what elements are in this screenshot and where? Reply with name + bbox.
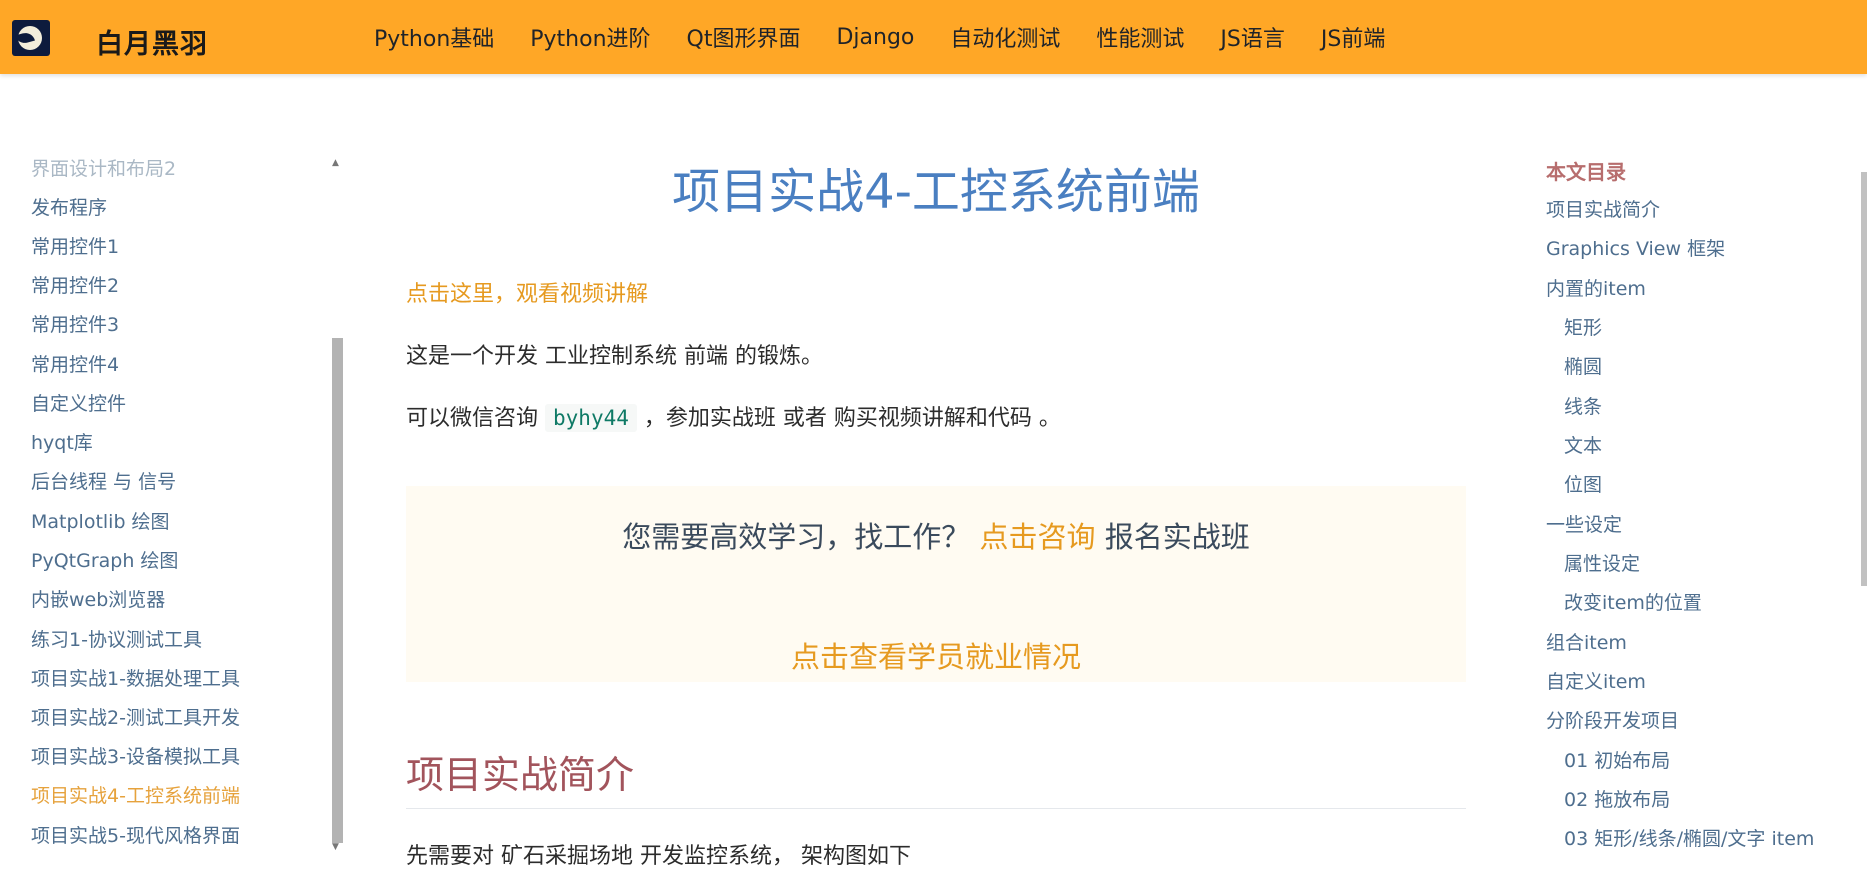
page-title: 项目实战4-工控系统前端 [672, 164, 1200, 220]
toc-item[interactable]: 03 矩形/线条/椭圆/文字 item [1564, 824, 1814, 851]
sidebar-item[interactable]: 界面设计和布局2 [31, 154, 176, 181]
promo-line: 您需要高效学习，找工作？ 点击咨询 报名实战班 [406, 514, 1466, 556]
sidebar-item[interactable]: 常用控件4 [31, 350, 119, 377]
page-scrollbar-thumb[interactable] [1861, 172, 1867, 586]
student-employment-link[interactable]: 点击查看学员就业情况 [406, 634, 1466, 676]
section-paragraph: 先需要对 矿石采掘场地 开发监控系统， 架构图如下 [406, 844, 911, 869]
sidebar-item[interactable]: 常用控件3 [31, 310, 119, 337]
sidebar-item[interactable]: 常用控件2 [31, 271, 119, 298]
nav-automation-testing[interactable]: 自动化测试 [950, 21, 1060, 53]
toc-item[interactable]: 位图 [1564, 470, 1602, 497]
sidebar-nav: 界面设计和布局2 发布程序 常用控件1 常用控件2 常用控件3 常用控件4 自定… [0, 150, 348, 856]
sidebar-scroll-down-icon[interactable]: ▼ [332, 842, 339, 852]
sidebar-item[interactable]: 练习1-协议测试工具 [31, 625, 202, 652]
nav-links: Python基础 Python进阶 Qt图形界面 Django 自动化测试 性能… [374, 0, 1421, 74]
main-content: 项目实战4-工控系统前端 点击这里，观看视频讲解 这是一个开发 工业控制系统 前… [406, 74, 1466, 873]
contact-text-before: 可以微信咨询 [406, 406, 539, 431]
sidebar-item[interactable]: 常用控件1 [31, 232, 119, 259]
toc-item[interactable]: 项目实战简介 [1546, 195, 1660, 222]
toc-item[interactable]: 矩形 [1564, 313, 1602, 340]
toc-title: 本文目录 [1546, 160, 1626, 184]
toc-item[interactable]: Graphics View 框架 [1546, 234, 1725, 261]
toc-item[interactable]: 线条 [1564, 392, 1602, 419]
sidebar-item[interactable]: 项目实战5-现代风格界面 [31, 821, 240, 848]
promo-text-before: 您需要高效学习，找工作？ [622, 520, 971, 554]
nav-js-frontend[interactable]: JS前端 [1321, 21, 1385, 53]
toc-item[interactable]: 属性设定 [1564, 549, 1640, 576]
sidebar-item[interactable]: 后台线程 与 信号 [31, 467, 176, 494]
sidebar-item[interactable]: 项目实战1-数据处理工具 [31, 664, 240, 691]
sidebar-scroll-up-icon[interactable]: ▲ [332, 158, 339, 168]
sidebar-item[interactable]: 项目实战3-设备模拟工具 [31, 742, 240, 769]
site-title[interactable]: 白月黑羽 [96, 22, 208, 61]
section-heading: 项目实战简介 [406, 753, 635, 797]
wechat-id-code: byhy44 [545, 404, 637, 432]
sidebar-item[interactable]: 内嵌web浏览器 [31, 585, 165, 612]
site-logo-icon[interactable] [12, 20, 50, 56]
contact-text-after: ，参加实战班 或者 购买视频讲解和代码 。 [643, 406, 1061, 431]
sidebar-item[interactable]: hyqt库 [31, 428, 93, 455]
toc-item[interactable]: 改变item的位置 [1564, 588, 1702, 615]
consult-link[interactable]: 点击咨询 [979, 520, 1095, 554]
toc-item[interactable]: 一些设定 [1546, 510, 1622, 537]
toc-item[interactable]: 文本 [1564, 431, 1602, 458]
toc-item[interactable]: 02 拖放布局 [1564, 785, 1670, 812]
nav-python-basics[interactable]: Python基础 [374, 21, 494, 53]
intro-paragraph: 这是一个开发 工业控制系统 前端 的锻炼。 [406, 344, 823, 369]
toc-item[interactable]: 01 初始布局 [1564, 746, 1670, 773]
sidebar-item[interactable]: 发布程序 [31, 193, 107, 220]
promo-box: 您需要高效学习，找工作？ 点击咨询 报名实战班 点击查看学员就业情况 [406, 486, 1466, 682]
contact-paragraph: 可以微信咨询 byhy44 ，参加实战班 或者 购买视频讲解和代码 。 [406, 400, 1061, 432]
watch-video-link[interactable]: 点击这里，观看视频讲解 [406, 276, 648, 308]
toc-item[interactable]: 自定义item [1546, 667, 1646, 694]
promo-text-after: 报名实战班 [1104, 520, 1250, 554]
sidebar-item[interactable]: PyQtGraph 绘图 [31, 546, 178, 573]
sidebar-item[interactable]: 自定义控件 [31, 389, 126, 416]
sidebar-item[interactable]: Matplotlib 绘图 [31, 507, 170, 534]
table-of-contents: 本文目录 项目实战简介 Graphics View 框架 内置的item 矩形 … [1546, 150, 1851, 856]
section-divider [406, 808, 1466, 809]
toc-item[interactable]: 内置的item [1546, 274, 1646, 301]
nav-js-language[interactable]: JS语言 [1220, 21, 1284, 53]
top-navbar: 白月黑羽 Python基础 Python进阶 Qt图形界面 Django 自动化… [0, 0, 1867, 74]
nav-python-advanced[interactable]: Python进阶 [530, 21, 650, 53]
nav-performance-testing[interactable]: 性能测试 [1096, 21, 1184, 53]
nav-qt-gui[interactable]: Qt图形界面 [687, 21, 801, 53]
toc-item[interactable]: 椭圆 [1564, 352, 1602, 379]
sidebar-item-active[interactable]: 项目实战4-工控系统前端 [31, 781, 240, 808]
sidebar-item[interactable]: 项目实战2-测试工具开发 [31, 703, 240, 730]
nav-django[interactable]: Django [836, 25, 914, 50]
sidebar-scrollbar-thumb[interactable] [332, 338, 343, 843]
toc-item[interactable]: 组合item [1546, 628, 1627, 655]
toc-item[interactable]: 分阶段开发项目 [1546, 706, 1679, 733]
